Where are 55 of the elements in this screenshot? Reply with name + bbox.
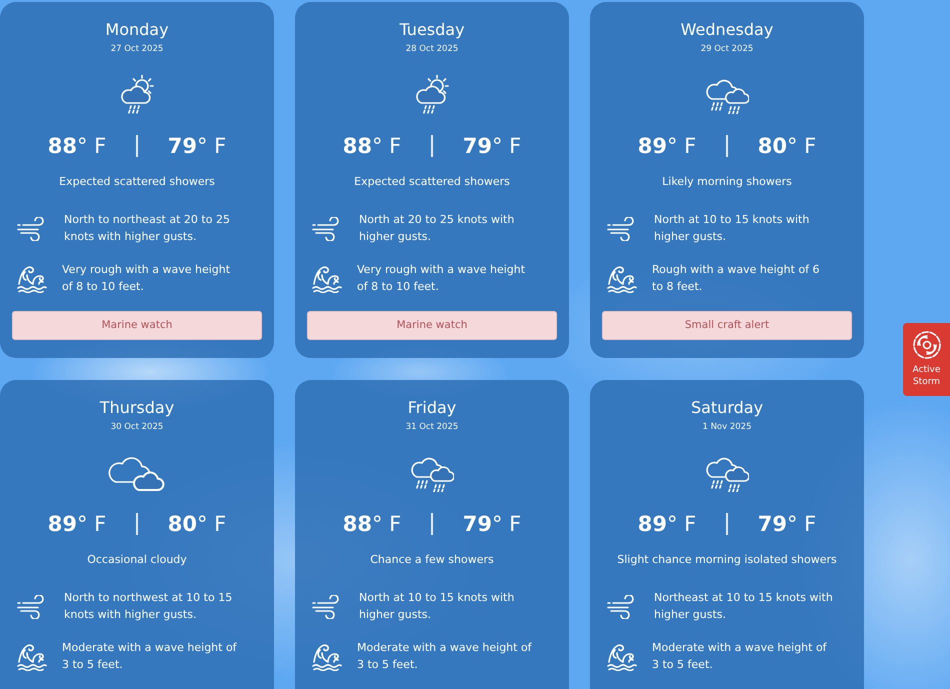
high-temperature: 89° F [636, 133, 696, 160]
wind-text: North at 20 to 25 knots with higher gusts. [359, 212, 516, 244]
high-temperature: 89° F [46, 511, 106, 538]
hurricane-icon [912, 330, 942, 360]
weather-summary: Chance a few showers [370, 552, 494, 568]
weather-summary: Expected scattered showers [354, 174, 510, 190]
low-temperature: 79° F [462, 133, 522, 160]
sea-state-text: Moderate with a wave height of 3 to 5 feet. [62, 640, 238, 672]
sea-state-text: Very rough with a wave height of 8 to 10 feet. [62, 262, 232, 294]
day-name: Thursday [100, 398, 174, 418]
wave-icon [607, 642, 637, 670]
day-name: Wednesday [680, 20, 774, 40]
forecast-date: 29 Oct 2025 [700, 43, 754, 55]
day-name: Friday [408, 398, 456, 418]
sun-cloud-rain-icon [120, 74, 154, 114]
forecast-date: 28 Oct 2025 [406, 43, 458, 55]
low-temperature: 79° F [168, 133, 228, 160]
day-name: Tuesday [399, 20, 465, 40]
forecast-date: 31 Oct 2025 [406, 421, 458, 433]
wind-text: North at 10 to 15 knots with higher gusts. [359, 590, 516, 622]
low-temperature: 79° F [462, 511, 522, 538]
sea-state-text: Moderate with a wave height of 3 to 5 feet. [652, 640, 828, 672]
low-temperature: 79° F [758, 511, 818, 538]
wave-icon [312, 642, 342, 670]
forecast-date: 1 Nov 2025 [702, 421, 752, 433]
weather-summary: Slight chance morning isolated showers [617, 552, 837, 568]
low-temperature: 80° F [758, 133, 818, 160]
wind-text: Northeast at 10 to 15 knots with higher gusts. [654, 590, 834, 622]
high-temperature: 88° F [46, 133, 106, 160]
wind-text: North to northwest at 10 to 15 knots with higher gusts. [64, 590, 234, 622]
wave-icon [312, 264, 342, 292]
alert-button[interactable]: Marine watch [307, 311, 557, 340]
alert-button[interactable]: Marine watch [12, 311, 262, 340]
forecast-date: 30 Oct 2025 [110, 421, 164, 433]
alert-button[interactable]: Small craft alert [602, 311, 852, 340]
forecast-date: 27 Oct 2025 [110, 43, 164, 55]
high-temperature: 88° F [342, 511, 402, 538]
wind-text: North at 10 to 15 knots with higher gusts. [654, 212, 810, 244]
sea-state-text: Rough with a wave height of 6 to 8 feet. [652, 262, 821, 294]
sea-state-text: Moderate with a wave height of 3 to 5 feet. [357, 640, 533, 672]
weather-summary: Occasional cloudy [87, 552, 187, 568]
wave-icon [607, 264, 637, 292]
active-storm-button[interactable]: Active Storm [903, 323, 950, 396]
wind-text: North to northeast at 20 to 25 knots with higher gusts. [64, 212, 231, 244]
high-temperature: 89° F [636, 511, 696, 538]
low-temperature: 80° F [168, 511, 228, 538]
high-temperature: 88° F [342, 133, 402, 160]
day-name: Saturday [690, 398, 764, 418]
wave-icon [17, 264, 47, 292]
weather-summary: Expected scattered showers [59, 174, 215, 190]
sun-cloud-rain-icon [415, 74, 449, 114]
wave-icon [17, 642, 47, 670]
day-name: Monday [105, 20, 169, 40]
weather-summary: Likely morning showers [662, 174, 792, 190]
sea-state-text: Very rough with a wave height of 8 to 10 feet. [357, 262, 526, 294]
